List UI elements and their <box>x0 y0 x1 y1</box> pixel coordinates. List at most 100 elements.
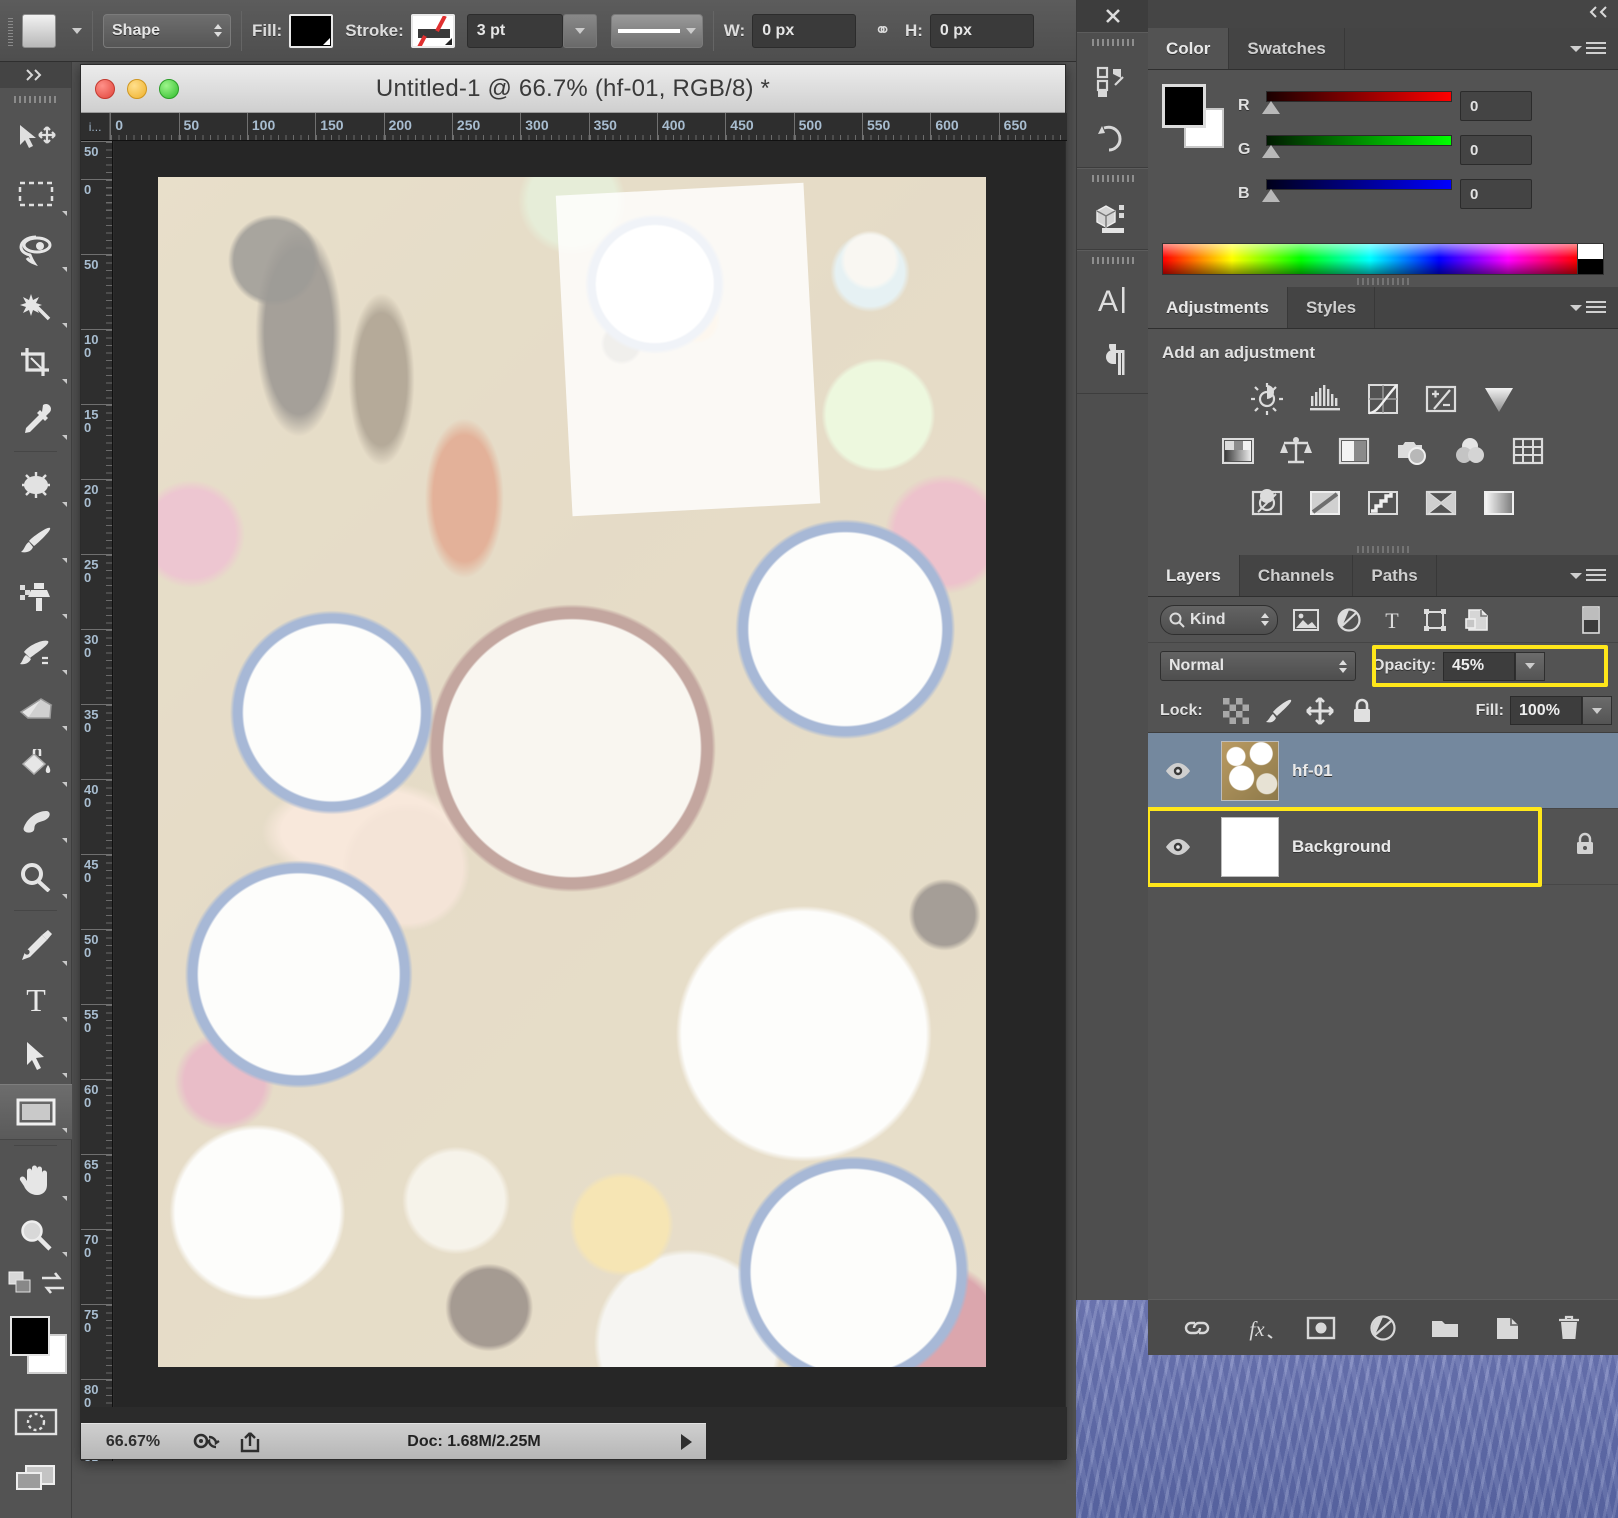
tab-paths[interactable]: Paths <box>1353 555 1437 596</box>
zoom-level[interactable]: 66.67% <box>87 1433 179 1451</box>
table-row[interactable]: Background <box>1146 807 1618 887</box>
eraser-tool[interactable] <box>0 681 72 737</box>
white-black-swatches[interactable] <box>1578 243 1604 275</box>
color-panel-swatches[interactable] <box>1162 84 1224 148</box>
filter-toggle-icon[interactable] <box>1576 605 1606 635</box>
layer-name[interactable]: Background <box>1292 837 1391 857</box>
eyedropper-tool[interactable] <box>0 390 72 446</box>
clone-stamp-tool[interactable] <box>0 569 72 625</box>
tab-channels[interactable]: Channels <box>1240 555 1354 596</box>
panel-menu-icon[interactable] <box>1558 28 1618 69</box>
default-colors-icon[interactable] <box>8 1271 38 1302</box>
stroke-style-select[interactable] <box>610 13 703 48</box>
stroke-color-swatch[interactable] <box>410 13 455 48</box>
close-x-icon[interactable] <box>1077 0 1148 32</box>
spot-healing-brush-tool[interactable] <box>0 457 72 513</box>
table-row[interactable]: hf-01 <box>1148 733 1618 809</box>
panel-collapse-bar[interactable] <box>1148 0 1618 28</box>
add-layer-mask-icon[interactable] <box>1301 1308 1341 1348</box>
blue-value-field[interactable]: 0 <box>1460 179 1532 209</box>
foreground-color-swatch[interactable] <box>1162 84 1206 128</box>
fill-color-swatch[interactable] <box>289 13 334 48</box>
tools-panel-grip[interactable] <box>0 88 71 110</box>
path-selection-tool[interactable] <box>0 1028 72 1084</box>
shape-layer-filter-icon[interactable] <box>1420 605 1450 635</box>
color-spectrum-ramp[interactable] <box>1162 243 1604 275</box>
layer-visibility-toggle[interactable] <box>1148 837 1208 857</box>
mini-bridge-panel-icon[interactable] <box>1077 51 1148 113</box>
canvas-image[interactable] <box>158 177 986 1367</box>
threshold-icon[interactable] <box>1361 482 1405 524</box>
new-layer-icon[interactable] <box>1487 1308 1527 1348</box>
tab-color[interactable]: Color <box>1148 28 1230 69</box>
3d-panel-icon[interactable] <box>1077 187 1148 249</box>
panel-menu-icon[interactable] <box>1558 555 1618 596</box>
move-tool[interactable] <box>0 110 72 166</box>
tab-styles[interactable]: Styles <box>1288 287 1376 328</box>
fill-dropdown[interactable] <box>1582 696 1612 725</box>
white-thumbnail[interactable] <box>1221 816 1279 877</box>
brush-tool[interactable] <box>0 513 72 569</box>
tool-preset-preview[interactable] <box>22 13 56 48</box>
smart-object-filter-icon[interactable] <box>1463 605 1493 635</box>
red-slider[interactable] <box>1262 91 1452 121</box>
blue-slider[interactable] <box>1262 179 1452 209</box>
brightness-contrast-icon[interactable] <box>1245 378 1289 420</box>
color-lookup-icon[interactable] <box>1506 430 1550 472</box>
swap-colors-icon[interactable] <box>38 1271 68 1302</box>
black-white-icon[interactable] <box>1332 430 1376 472</box>
rail-grip[interactable] <box>1077 169 1148 187</box>
red-value-field[interactable]: 0 <box>1460 91 1532 121</box>
blend-mode-select[interactable]: Normal <box>1160 651 1356 681</box>
photo-thumbnail[interactable] <box>1221 740 1279 801</box>
color-balance-icon[interactable] <box>1274 430 1318 472</box>
vertical-ruler[interactable]: 50 0 50 100 150 200 250 300 350 400 450 … <box>81 141 113 1461</box>
opacity-dropdown[interactable] <box>1515 651 1546 681</box>
curves-icon[interactable] <box>1361 378 1405 420</box>
chain-link-icon[interactable]: ⚭ <box>874 18 891 43</box>
levels-icon[interactable] <box>1303 378 1347 420</box>
canvas-area[interactable] <box>114 141 1065 1407</box>
screen-mode-button[interactable] <box>0 1450 72 1506</box>
quick-mask-mode-button[interactable] <box>0 1394 72 1450</box>
stroke-width-dropdown[interactable] <box>562 13 597 48</box>
posterize-icon[interactable] <box>1303 482 1347 524</box>
dodge-tool[interactable] <box>0 849 72 905</box>
tool-preset-chevron-down-icon[interactable] <box>72 27 82 34</box>
adjustment-layer-filter-icon[interactable] <box>1334 605 1364 635</box>
vibrance-icon[interactable] <box>1477 378 1521 420</box>
tools-panel-expand-button[interactable] <box>0 62 71 88</box>
character-panel-icon[interactable]: A <box>1077 269 1148 331</box>
fill-value-field[interactable]: 100% <box>1510 696 1582 725</box>
delete-layer-icon[interactable] <box>1549 1308 1589 1348</box>
panel-resize-grip[interactable] <box>1148 543 1618 555</box>
new-adjustment-layer-icon[interactable] <box>1363 1308 1403 1348</box>
shape-mode-select[interactable]: Shape <box>103 13 231 48</box>
new-group-icon[interactable] <box>1425 1308 1465 1348</box>
gear-arrow-icon[interactable] <box>189 1429 223 1455</box>
opacity-value-field[interactable]: 45% <box>1443 651 1516 681</box>
height-field[interactable]: 0 px <box>929 13 1034 48</box>
type-layer-filter-icon[interactable]: T <box>1377 605 1407 635</box>
magic-wand-tool[interactable] <box>0 278 72 334</box>
green-slider[interactable] <box>1262 135 1452 165</box>
layer-thumbnail-cell[interactable] <box>1208 816 1292 877</box>
horizontal-ruler[interactable]: i... 0 50 100 150 200 250 300 350 400 45… <box>81 113 1067 141</box>
rectangular-marquee-tool[interactable] <box>0 166 72 222</box>
tab-layers[interactable]: Layers <box>1148 555 1240 596</box>
layer-name[interactable]: hf-01 <box>1292 761 1333 781</box>
hand-tool[interactable] <box>0 1151 72 1207</box>
rail-grip[interactable] <box>1077 251 1148 269</box>
smudge-tool[interactable] <box>0 793 72 849</box>
lasso-tool[interactable] <box>0 222 72 278</box>
double-chevron-left-icon[interactable] <box>1586 5 1608 23</box>
layer-styles-fx-icon[interactable]: fx <box>1239 1308 1279 1348</box>
history-brush-tool[interactable] <box>0 625 72 681</box>
tab-swatches[interactable]: Swatches <box>1229 28 1345 69</box>
filter-kind-select[interactable]: Kind <box>1160 604 1278 635</box>
lock-image-pixels-icon[interactable] <box>1257 696 1299 726</box>
rectangle-tool[interactable] <box>0 1084 72 1140</box>
crop-tool[interactable] <box>0 334 72 390</box>
channel-mixer-icon[interactable] <box>1448 430 1492 472</box>
share-export-icon[interactable] <box>233 1429 267 1455</box>
